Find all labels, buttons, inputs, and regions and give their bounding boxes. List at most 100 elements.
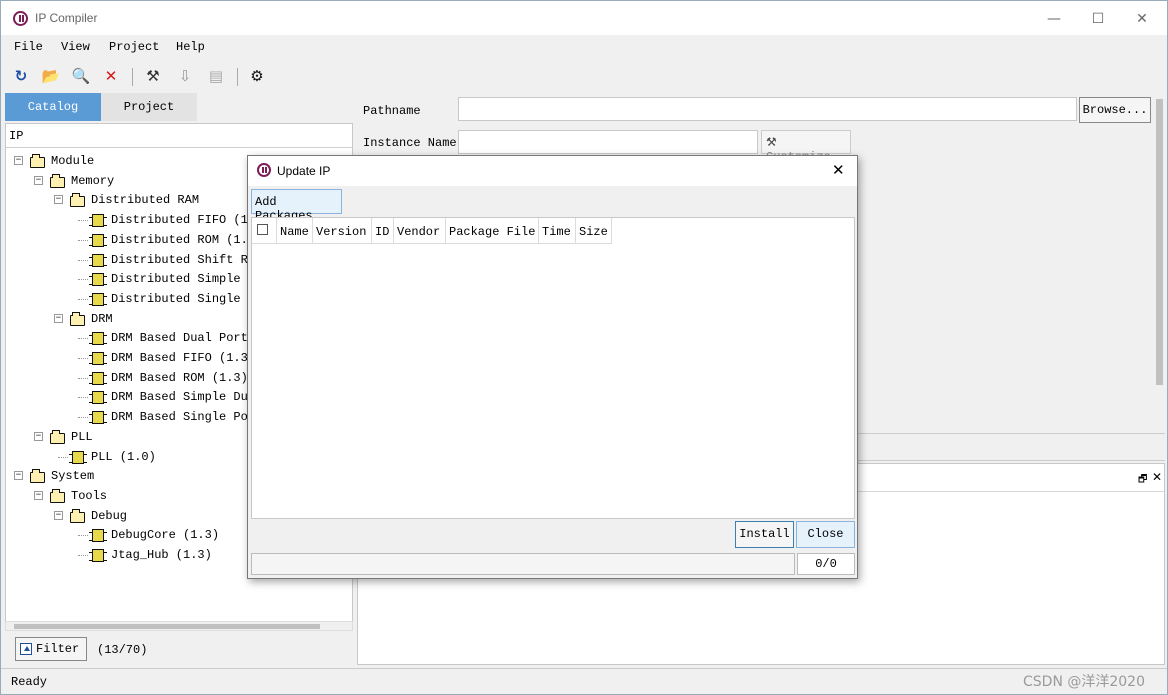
menu-help[interactable]: Help — [176, 40, 205, 54]
tree-node-label: Distributed ROM (1.3 — [111, 232, 256, 247]
tab-project[interactable]: Project — [101, 93, 197, 121]
maximize-button[interactable]: ☐ — [1083, 9, 1113, 29]
tree-node-label: Distributed FIFO (1. — [111, 213, 256, 228]
toolbar: ↻ 📂 🔍 ✕ ⚒ ⇩ ▤ ⚙ — [1, 60, 1167, 92]
float-window-icon[interactable]: 🗗 — [1138, 472, 1147, 489]
collapse-toggle-icon[interactable]: − — [34, 490, 43, 500]
folder-icon — [50, 173, 65, 188]
folder-icon — [70, 193, 85, 208]
delete-icon[interactable]: ✕ — [101, 66, 121, 86]
minimize-button[interactable]: — — [1039, 9, 1069, 29]
tree-connector — [78, 397, 88, 399]
ip-chip-icon — [89, 391, 107, 405]
main-window: IP Compiler — ☐ ✕ File View Project Help… — [0, 0, 1168, 695]
pathname-label: Pathname — [363, 104, 421, 118]
tree-connector — [78, 338, 88, 340]
add-packages-button[interactable]: Add Packages — [251, 189, 342, 223]
tree-connector — [78, 417, 88, 419]
settings-icon[interactable]: ⚙ — [247, 66, 267, 86]
instance-name-input[interactable] — [458, 130, 758, 154]
filter-button[interactable]: Filter — [15, 637, 87, 661]
title-bar: IP Compiler — ☐ ✕ — [1, 1, 1167, 35]
ip-chip-icon — [69, 450, 87, 464]
open-folder-icon[interactable]: 📂 — [41, 66, 61, 86]
tree-node-label: Distributed Shift Re — [111, 252, 256, 267]
select-all-column — [252, 218, 277, 244]
pathname-input[interactable] — [458, 97, 1077, 121]
update-ip-dialog: Update IP ✕ Add Packages Name Version ID… — [247, 155, 858, 579]
tree-node-label: Debug — [91, 508, 128, 523]
tree-node-label: DRM Based Dual Port — [111, 331, 248, 346]
document-icon[interactable]: ▤ — [206, 66, 226, 86]
select-all-checkbox[interactable] — [257, 224, 268, 235]
tab-catalog[interactable]: Catalog — [5, 93, 101, 121]
tree-connector — [58, 456, 68, 458]
status-text: Ready — [11, 675, 48, 689]
search-folder-icon[interactable]: 🔍 — [71, 66, 91, 86]
scrollbar-thumb[interactable] — [1156, 99, 1163, 385]
column-header-id[interactable]: ID — [372, 218, 394, 244]
column-header-time[interactable]: Time — [539, 218, 576, 244]
tree-node-label: Tools — [71, 488, 108, 503]
tree-node-label: DRM Based FIFO (1.3) — [111, 351, 256, 365]
close-window-button[interactable]: ✕ — [1127, 9, 1157, 29]
tree-node-label: DRM Based ROM (1.3) — [111, 370, 248, 385]
customize-button[interactable]: ⚒ Customize — [761, 130, 851, 164]
folder-icon — [50, 429, 65, 444]
filter-icon — [20, 643, 32, 655]
tree-connector — [78, 239, 88, 241]
toolbar-separator — [132, 68, 133, 86]
dialog-title-bar: Update IP ✕ — [248, 156, 857, 186]
horizontal-scrollbar[interactable] — [5, 621, 353, 631]
tree-node-label: PLL (1.0) — [91, 449, 156, 464]
menu-view[interactable]: View — [61, 40, 90, 54]
collapse-toggle-icon[interactable]: − — [14, 156, 23, 165]
tree-node-label: Distributed Simple D — [111, 272, 256, 287]
column-header-size[interactable]: Size — [576, 218, 612, 244]
vertical-scrollbar[interactable] — [1155, 93, 1165, 433]
tree-connector — [78, 220, 88, 222]
refresh-icon[interactable]: ↻ — [11, 66, 31, 86]
collapse-toggle-icon[interactable]: − — [54, 313, 63, 323]
build-icon[interactable]: ⚒ — [143, 66, 163, 86]
tree-node-label: Jtag_Hub (1.3) — [111, 548, 212, 562]
collapse-toggle-icon[interactable]: − — [34, 431, 43, 441]
tree-connector — [78, 377, 88, 379]
column-header-version[interactable]: Version — [313, 218, 372, 244]
tree-connector — [78, 358, 88, 359]
dialog-title: Update IP — [277, 164, 331, 178]
close-icon[interactable]: ✕ — [1152, 470, 1162, 484]
collapse-toggle-icon[interactable]: − — [14, 471, 23, 481]
close-icon[interactable]: ✕ — [832, 161, 845, 179]
tree-connector — [78, 535, 88, 537]
collapse-toggle-icon[interactable]: − — [54, 195, 63, 205]
menu-project[interactable]: Project — [109, 40, 159, 54]
ip-chip-icon — [89, 233, 107, 247]
ip-chip-icon — [89, 549, 107, 562]
tree-connector — [78, 279, 88, 281]
column-header-package-file[interactable]: Package File — [446, 218, 539, 244]
toolbar-separator — [237, 68, 238, 86]
ip-chip-icon — [89, 273, 107, 287]
tree-header: IP — [6, 124, 352, 148]
tree-node-label: DebugCore (1.3) — [111, 528, 220, 543]
scrollbar-thumb[interactable] — [14, 624, 320, 629]
app-title: IP Compiler — [35, 11, 98, 25]
collapse-toggle-icon[interactable]: − — [54, 510, 63, 520]
folder-icon — [30, 469, 45, 484]
tree-node-label: DRM Based Single Por — [111, 410, 256, 425]
tree-node-label: Distributed Single P — [111, 291, 256, 306]
ip-chip-icon — [89, 253, 107, 267]
collapse-toggle-icon[interactable]: − — [34, 175, 43, 185]
import-icon[interactable]: ⇩ — [175, 66, 195, 86]
column-header-vendor[interactable]: Vendor — [394, 218, 446, 244]
close-button[interactable]: Close — [796, 521, 855, 548]
column-header-name[interactable]: Name — [277, 218, 313, 244]
tree-node-label: DRM — [91, 311, 113, 326]
watermark: CSDN @洋洋2020 — [1023, 674, 1145, 690]
browse-button[interactable]: Browse... — [1079, 97, 1151, 123]
tree-node-label: System — [51, 469, 95, 484]
install-button[interactable]: Install — [735, 521, 794, 548]
tree-connector — [78, 298, 88, 300]
menu-file[interactable]: File — [14, 40, 43, 54]
